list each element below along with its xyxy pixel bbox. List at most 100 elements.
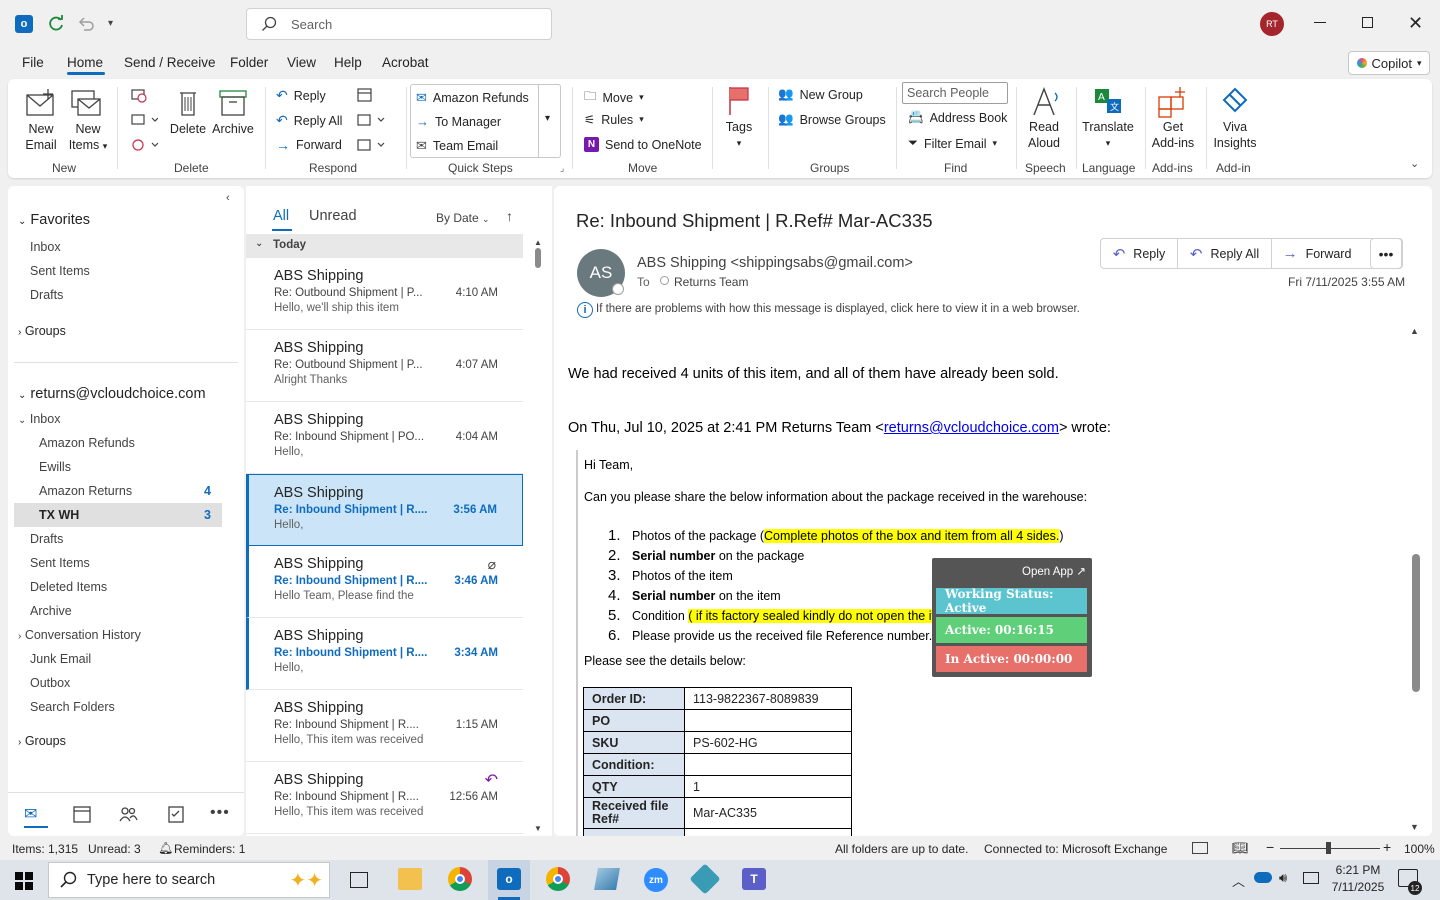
show-hidden-icons[interactable]: ︿ [1232,871,1245,890]
reading-reply-button[interactable]: ↶ Reply [1101,239,1178,268]
app-icon[interactable] [689,863,721,895]
fav-inbox[interactable]: Inbox [30,240,61,254]
reading-reply-all-button[interactable]: ↶ Reply All [1178,239,1272,268]
menu-home[interactable]: Home [67,55,103,70]
send-onenote-button[interactable]: N Send to OneNote [584,137,702,152]
collapse-pane-icon[interactable]: ‹ [226,192,230,204]
list-item[interactable]: ABS Shipping ↶ Re: Inbound Shipment | R.… [246,762,523,834]
reading-scrollbar-thumb[interactable] [1412,554,1420,692]
ignore-icon[interactable] [130,87,148,103]
zoom-in-icon[interactable]: + [1383,839,1391,855]
quickstep-amazon-refunds[interactable]: ✉ Amazon Refunds [416,90,529,106]
reading-view-icon[interactable]: 📖︎ [1232,840,1249,856]
get-addins-button[interactable]: Get Add-ins [1150,85,1196,151]
chrome-icon[interactable] [448,867,472,891]
outlook-taskbar-active[interactable]: o [488,860,530,900]
folder-ewills[interactable]: Ewills [39,460,71,474]
favorites-header[interactable]: ⌄ Favorites [18,212,90,228]
list-item[interactable]: ABS Shipping ⌀ Re: Inbound Shipment | R.… [246,546,523,618]
tasks-module-icon[interactable] [166,804,186,824]
more-modules-icon[interactable]: ••• [210,804,230,822]
gallery-more-icon[interactable]: ▾ [545,113,550,124]
undo-icon[interactable] [76,14,96,34]
tab-all[interactable]: All [273,208,289,224]
folder-drafts[interactable]: Drafts [30,532,63,546]
new-email-button[interactable]: New Email [24,87,58,153]
scroll-down-icon[interactable]: ▼ [1410,822,1419,832]
list-item[interactable]: ABS Shipping Re: Inbound Shipment | R...… [246,690,523,762]
quickstep-team-email[interactable]: ✉ Team Email [416,138,498,154]
cleanup-icon[interactable] [130,112,158,128]
sort-direction-icon[interactable]: ↑ [506,208,513,224]
menu-send-receive[interactable]: Send / Receive [124,55,216,70]
account-avatar[interactable]: RT [1260,12,1284,36]
move-button[interactable]: 🗀 Move ▾ [584,87,644,108]
folder-outbox[interactable]: Outbox [30,676,70,690]
task-view-icon[interactable] [350,872,368,888]
open-app-button[interactable]: Open App ↗ [1022,564,1086,578]
folder-deleted-items[interactable]: Deleted Items [30,580,107,594]
filter-email-button[interactable]: ⏷ Filter Email ▾ [908,136,997,151]
fav-drafts[interactable]: Drafts [30,288,63,302]
sender-name[interactable]: ABS Shipping <shippingsabs@gmail.com> [637,255,913,271]
new-group-button[interactable]: 👥 New Group [778,87,863,102]
browse-groups-button[interactable]: 👥 Browse Groups [778,112,886,127]
folder-amazon-returns[interactable]: Amazon Returns [39,484,132,498]
folder-amazon-refunds[interactable]: Amazon Refunds [39,436,135,450]
collapse-ribbon-icon[interactable]: ⌄ [1410,157,1419,170]
rules-button[interactable]: ⚟ Rules ▾ [584,112,644,128]
archive-button[interactable]: Archive [211,87,255,137]
list-item[interactable]: ABS Shipping Re: Outbound Shipment | P..… [246,330,523,402]
search-box[interactable]: Search [246,8,552,40]
folder-search-folders[interactable]: Search Folders [30,700,115,714]
folder-junk-email[interactable]: Junk Email [30,652,91,666]
quickstep-to-manager[interactable]: → To Manager [416,114,501,129]
maximize-icon[interactable] [1362,17,1373,28]
delete-button[interactable]: Delete [168,87,208,137]
translate-button[interactable]: A文 Translate ▾ [1081,85,1135,151]
people-module-icon[interactable] [118,804,138,824]
minimize-icon[interactable] [1314,22,1326,23]
mail-module-icon[interactable]: ✉ [24,804,50,823]
zoom-app-icon[interactable]: zm [644,868,668,892]
menu-file[interactable]: File [22,55,44,70]
quote-email-link[interactable]: returns@vcloudchoice.com [884,420,1059,436]
chrome-profile-icon[interactable] [546,867,570,891]
speaker-icon[interactable]: 🔊︎ [1279,870,1287,886]
list-scrollbar-thumb[interactable] [535,248,541,268]
menu-folder[interactable]: Folder [230,55,268,70]
groups-header[interactable]: › Groups [18,324,66,338]
folder-tx-wh[interactable]: TX WH [39,508,79,522]
reminders[interactable]: Reminders: 1 [174,842,245,856]
zoom-slider-thumb[interactable] [1326,842,1331,854]
list-item[interactable]: ABS Shipping Re: Inbound Shipment | R...… [246,618,523,690]
menu-acrobat[interactable]: Acrobat [382,55,429,70]
groups-header-2[interactable]: › Groups [18,734,66,748]
meeting-icon[interactable] [356,87,374,103]
sort-dropdown[interactable]: By Date ⌄ [436,211,490,225]
more-respond-icon[interactable] [356,137,386,153]
network-icon[interactable] [1303,872,1319,884]
more-actions-icon[interactable]: ••• [1370,238,1402,269]
info-bar-text[interactable]: If there are problems with how this mess… [596,303,1080,315]
folder-archive[interactable]: Archive [30,604,72,618]
menu-view[interactable]: View [287,55,316,70]
app-icon[interactable] [594,868,620,890]
fav-sent-items[interactable]: Sent Items [30,264,90,278]
folder-conversation-history[interactable]: › Conversation History [18,628,141,642]
list-item-selected[interactable]: ABS Shipping Re: Inbound Shipment | R...… [246,474,523,546]
folder-sent-items[interactable]: Sent Items [30,556,90,570]
im-icon[interactable] [356,112,386,128]
address-book-button[interactable]: 📇 Address Book [908,110,1007,125]
list-item[interactable]: ABS Shipping Re: Outbound Shipment | P..… [246,258,523,330]
clock[interactable]: 6:21 PM 7/11/2025 [1330,863,1386,894]
tab-unread[interactable]: Unread [309,208,357,224]
normal-view-icon[interactable] [1192,842,1208,854]
account-header[interactable]: ⌄ returns@vcloudchoice.com [18,386,206,402]
customize-toolbar-icon[interactable]: ▾ [108,18,113,29]
forward-button[interactable]: → Forward [276,137,342,153]
junk-icon[interactable] [130,137,158,153]
reply-button[interactable]: ↶ Reply [276,87,326,104]
calendar-module-icon[interactable] [72,804,92,824]
new-items-button[interactable]: New Items ▾ [68,87,108,154]
